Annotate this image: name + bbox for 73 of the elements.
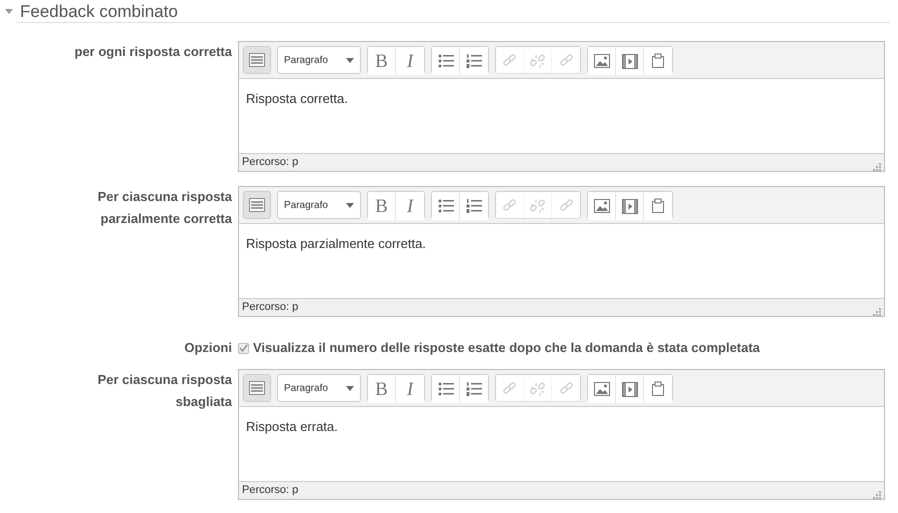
editor-text: Risposta parzialmente corretta. [246, 236, 426, 251]
link-icon [558, 54, 574, 68]
numbered-list-button[interactable] [460, 375, 488, 403]
numbered-list-icon [466, 199, 482, 213]
toolbar-toggle-button[interactable] [243, 191, 271, 219]
image-icon [594, 54, 610, 68]
image-button[interactable] [588, 375, 616, 403]
collapse-caret-icon[interactable] [4, 8, 14, 14]
dropdown-caret-icon [346, 386, 354, 390]
unlink-icon [530, 54, 545, 68]
bullet-list-button[interactable] [432, 47, 460, 75]
section-heading[interactable]: Feedback combinato [20, 2, 178, 20]
field-label: Per ciascuna risposta sbagliata [96, 371, 232, 411]
image-icon [594, 382, 610, 396]
bullet-list-button[interactable] [432, 192, 460, 220]
resize-grip-icon[interactable] [872, 162, 881, 171]
element-path: Percorso: p [242, 155, 298, 170]
numbered-list-icon [466, 382, 482, 396]
film-icon [622, 382, 638, 396]
field-label: per ogni risposta corretta [74, 43, 232, 61]
link-icon [502, 199, 517, 213]
bullet-list-icon [438, 382, 454, 396]
media-button[interactable] [616, 192, 644, 220]
bullet-list-icon [438, 199, 454, 213]
image-button[interactable] [588, 192, 616, 220]
field-label: Per ciascuna risposta parzialmente corretta [96, 188, 232, 228]
numbered-list-button[interactable] [460, 192, 488, 220]
image-button[interactable] [588, 47, 616, 75]
paragraph-select[interactable]: Paragrafo [277, 191, 361, 219]
italic-button[interactable]: I [396, 47, 424, 75]
link-icon [502, 54, 517, 68]
film-icon [622, 54, 638, 68]
files-button[interactable] [644, 47, 672, 75]
toolbar-toggle-button[interactable] [243, 46, 271, 74]
link-icon [558, 199, 574, 213]
toolbar-toggle-button[interactable] [243, 374, 271, 402]
media-button[interactable] [616, 47, 644, 75]
resize-grip-icon[interactable] [872, 307, 881, 316]
toolbar-toggle-icon [249, 53, 265, 67]
dropdown-caret-icon [346, 58, 354, 62]
files-button[interactable] [644, 375, 672, 403]
italic-button[interactable]: I [396, 192, 424, 220]
field-label: Opzioni [184, 339, 232, 357]
editor-text: Risposta corretta. [246, 91, 348, 106]
files-button[interactable] [644, 192, 672, 220]
bold-button[interactable]: B [368, 375, 396, 403]
numbered-list-button[interactable] [460, 47, 488, 75]
clipboard-icon [650, 381, 666, 397]
paragraph-select[interactable]: Paragrafo [277, 374, 361, 402]
element-path: Percorso: p [242, 300, 298, 316]
numbered-list-icon [466, 54, 482, 68]
dropdown-caret-icon [346, 202, 354, 208]
media-button[interactable] [616, 375, 644, 403]
bold-button[interactable]: B [368, 192, 396, 220]
image-icon [594, 199, 610, 213]
link-icon [502, 382, 517, 396]
unlink-icon [530, 382, 545, 396]
unlink-icon [530, 198, 545, 214]
element-path: Percorso: p [242, 483, 298, 498]
film-icon [622, 198, 638, 214]
paragraph-select[interactable]: Paragrafo [277, 46, 361, 74]
clipboard-icon [650, 53, 666, 69]
toolbar-toggle-icon [249, 198, 265, 212]
clipboard-icon [650, 198, 666, 214]
italic-button[interactable]: I [396, 375, 424, 403]
checkbox-label: Visualizza il numero delle risposte esatte dopo che la domanda è stata completata [253, 339, 760, 357]
bold-button[interactable]: B [368, 47, 396, 75]
bullet-list-button[interactable] [432, 375, 460, 403]
link-icon [558, 382, 574, 396]
toolbar-toggle-icon [249, 381, 265, 395]
editor-text: Risposta errata. [246, 419, 338, 434]
resize-grip-icon[interactable] [872, 490, 881, 499]
bullet-list-icon [438, 54, 454, 68]
